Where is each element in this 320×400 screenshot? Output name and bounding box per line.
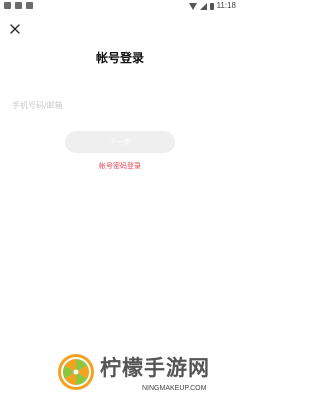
status-bar-right-icons: 11:18 xyxy=(188,1,236,11)
status-bar-left-icons xyxy=(4,2,33,9)
lemon-slice-logo xyxy=(58,354,94,390)
signal-icon xyxy=(199,2,207,10)
page-title: 帐号登录 xyxy=(95,51,144,65)
account-input[interactable] xyxy=(12,96,228,115)
account-field[interactable] xyxy=(12,93,228,115)
close-icon xyxy=(10,24,20,34)
watermark-url: NINGMAKEUP.COM xyxy=(142,385,207,392)
download-icon xyxy=(26,2,33,9)
image-notification-icon xyxy=(4,2,11,9)
wifi-icon xyxy=(188,2,197,10)
status-time: 11:18 xyxy=(216,1,236,10)
watermark: 柠檬手游网 NINGMAKEUP.COM xyxy=(56,350,228,396)
password-login-link[interactable]: 帐号密码登录 xyxy=(0,161,240,171)
battery-icon xyxy=(209,2,214,10)
watermark-name: 柠檬手游网 xyxy=(100,356,210,380)
notification-icon xyxy=(15,2,22,9)
next-button[interactable]: 下一步 xyxy=(65,131,175,153)
close-button[interactable] xyxy=(8,22,22,36)
status-bar: 11:18 xyxy=(0,0,240,12)
